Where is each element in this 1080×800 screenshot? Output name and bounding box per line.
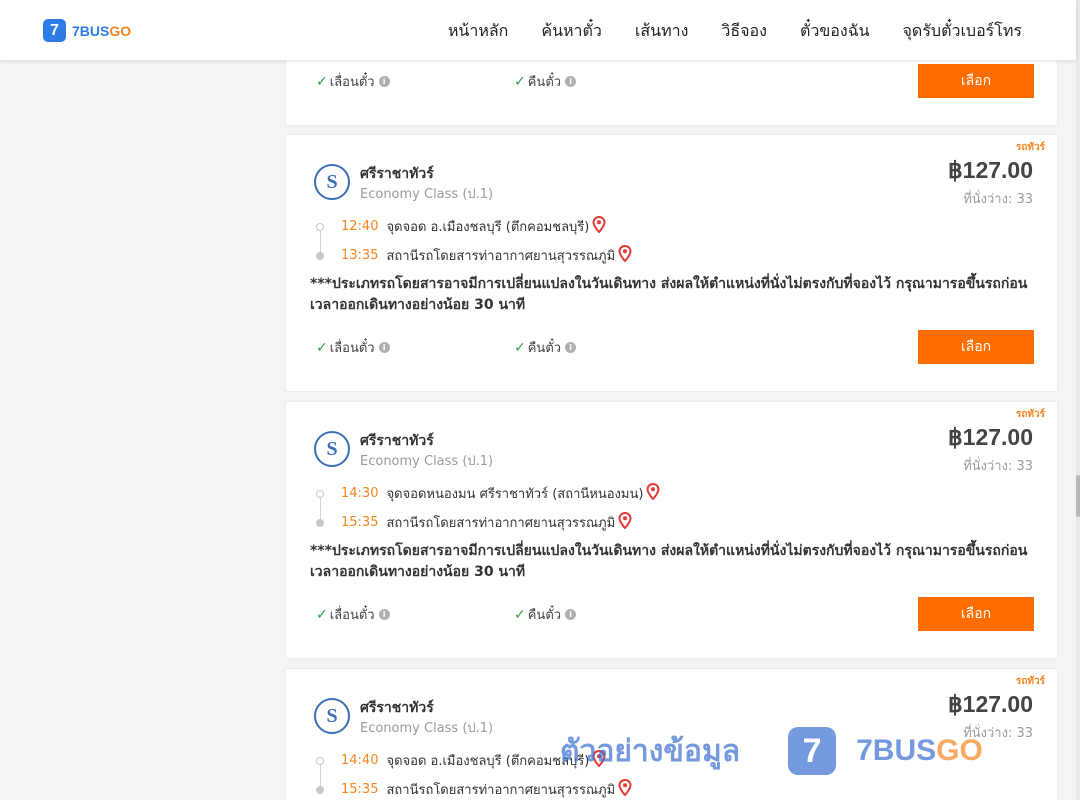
refund-label: คืนตั๋ว xyxy=(527,75,562,90)
seat-class: Economy Class (ป.1) xyxy=(360,454,494,469)
map-pin-icon[interactable] xyxy=(592,215,606,237)
watermark: ตัวอย่างข้อมูล 7 7BUSGO xyxy=(560,727,983,775)
departure-dot-icon xyxy=(316,489,324,498)
price: ฿127.00 xyxy=(948,157,1033,183)
available-seats: ที่นั่งว่าง: 33 xyxy=(963,459,1033,474)
trip-card: รถทัวร์ S ศรีราชาทัวร์ Economy Class (ป.… xyxy=(285,401,1058,659)
available-seats: ที่นั่งว่าง: 33 xyxy=(963,192,1033,207)
arrival-place: สถานีรถโดยสารท่าอากาศยานสุวรรณภูมิ xyxy=(386,516,616,531)
info-icon[interactable]: i xyxy=(378,76,390,87)
check-icon: ✓ xyxy=(514,606,526,623)
main-nav: หน้าหลัก ค้นหาตั๋ว เส้นทาง วิธีจอง ตั๋วข… xyxy=(448,19,1022,44)
arrival-time: 13:35 xyxy=(341,248,379,263)
nav-my-tickets[interactable]: ตั๋วของฉัน xyxy=(800,19,870,44)
departure-dot-icon xyxy=(316,756,324,765)
watermark-brand-bus: 7BUS xyxy=(856,734,937,767)
info-icon[interactable]: i xyxy=(565,342,577,353)
arrival-stop: 13:35 สถานีรถโดยสารท่าอากาศยานสุวรรณภูมิ xyxy=(316,244,632,266)
reschedule-label: เลื่อนตั๋ว xyxy=(329,75,375,90)
operator-logo-icon: S xyxy=(314,431,350,467)
bus-type-tag: รถทัวร์ xyxy=(1015,676,1045,687)
refund-label: คืนตั๋ว xyxy=(527,608,562,623)
watermark-brand-go: GO xyxy=(936,734,983,767)
refund-label: คืนตั๋ว xyxy=(527,341,562,356)
departure-stop: 14:30 จุดจอดหนองมน ศรีราชาทัวร์ (สถานีหน… xyxy=(316,482,660,504)
nav-how-to-book[interactable]: วิธีจอง xyxy=(721,19,767,44)
map-pin-icon[interactable] xyxy=(618,244,632,266)
check-icon: ✓ xyxy=(316,339,328,356)
departure-place: จุดจอด อ.เมืองชลบุรี (ตึกคอมชลบุรี) xyxy=(386,220,590,235)
reschedule-policy: ✓ เลื่อนตั๋ว i xyxy=(316,71,390,92)
map-pin-icon[interactable] xyxy=(618,778,632,800)
departure-stop: 12:40 จุดจอด อ.เมืองชลบุรี (ตึกคอมชลบุรี… xyxy=(316,215,606,237)
logo-digit: 7 xyxy=(72,22,80,39)
bus-type-tag: รถทัวร์ xyxy=(1015,142,1045,153)
nav-ticket-points[interactable]: จุดรับตั๋วเบอร์โทร xyxy=(903,19,1022,44)
arrival-dot-icon xyxy=(316,251,324,260)
trip-note: ***ประเภทรถโดยสารอาจมีการเปลี่ยนแปลงในวั… xyxy=(310,276,1028,313)
operator-logo-icon: S xyxy=(314,164,350,200)
trip-card: รถทัวร์ S ศรีราชาทัวร์ Economy Class (ป.… xyxy=(285,134,1058,392)
check-icon: ✓ xyxy=(316,606,328,623)
nav-home[interactable]: หน้าหลัก xyxy=(448,19,509,44)
price: ฿127.00 xyxy=(948,424,1033,450)
reschedule-policy: ✓ เลื่อนตั๋ว i xyxy=(316,337,390,358)
seat-class: Economy Class (ป.1) xyxy=(360,721,494,736)
select-button[interactable]: เลือก xyxy=(918,64,1034,98)
arrival-dot-icon xyxy=(316,518,324,527)
map-pin-icon[interactable] xyxy=(646,482,660,504)
logo-text: 7BUSGO xyxy=(72,23,131,39)
arrival-stop: 15:35 สถานีรถโดยสารท่าอากาศยานสุวรรณภูมิ xyxy=(316,778,632,800)
site-logo[interactable]: 7 7BUSGO xyxy=(43,19,131,42)
nav-search-ticket[interactable]: ค้นหาตั๋ว xyxy=(541,19,602,44)
departure-place: จุดจอดหนองมน ศรีราชาทัวร์ (สถานีหนองมน) xyxy=(386,487,644,502)
select-button[interactable]: เลือก xyxy=(918,330,1034,364)
check-icon: ✓ xyxy=(316,73,328,90)
departure-time: 14:40 xyxy=(341,753,379,768)
reschedule-label: เลื่อนตั๋ว xyxy=(329,341,375,356)
refund-policy: ✓ คืนตั๋ว i xyxy=(514,604,577,625)
top-header: 7 7BUSGO หน้าหลัก ค้นหาตั๋ว เส้นทาง วิธี… xyxy=(0,0,1076,60)
price: ฿127.00 xyxy=(948,691,1033,717)
trip-note: ***ประเภทรถโดยสารอาจมีการเปลี่ยนแปลงในวั… xyxy=(310,543,1028,580)
logo-bus: BUS xyxy=(79,22,110,39)
nav-routes[interactable]: เส้นทาง xyxy=(635,19,689,44)
watermark-text: ตัวอย่างข้อมูล xyxy=(560,733,741,769)
info-icon[interactable]: i xyxy=(565,609,577,620)
refund-policy: ✓ คืนตั๋ว i xyxy=(514,71,577,92)
watermark-logo-icon: 7 xyxy=(788,727,837,775)
departure-time: 14:30 xyxy=(341,486,379,501)
operator-logo-icon: S xyxy=(314,698,350,734)
arrival-place: สถานีรถโดยสารท่าอากาศยานสุวรรณภูมิ xyxy=(386,783,616,798)
arrival-time: 15:35 xyxy=(341,515,379,530)
check-icon: ✓ xyxy=(514,73,526,90)
reschedule-label: เลื่อนตั๋ว xyxy=(329,608,375,623)
operator-name: ศรีราชาทัวร์ xyxy=(360,433,434,449)
info-icon[interactable]: i xyxy=(378,342,390,353)
departure-dot-icon xyxy=(316,222,324,231)
operator-name: ศรีราชาทัวร์ xyxy=(360,700,434,716)
arrival-place: สถานีรถโดยสารท่าอากาศยานสุวรรณภูมิ xyxy=(386,249,616,264)
refund-policy: ✓ คืนตั๋ว i xyxy=(514,337,577,358)
departure-time: 12:40 xyxy=(341,219,379,234)
departure-place: จุดจอด อ.เมืองชลบุรี (ตึกคอมชลบุรี) xyxy=(386,754,590,769)
bus-type-tag: รถทัวร์ xyxy=(1015,409,1045,420)
arrival-stop: 15:35 สถานีรถโดยสารท่าอากาศยานสุวรรณภูมิ xyxy=(316,511,632,533)
operator-name: ศรีราชาทัวร์ xyxy=(360,166,434,182)
logo-go: GO xyxy=(109,22,132,39)
watermark-brand: 7BUSGO xyxy=(856,734,983,768)
map-pin-icon[interactable] xyxy=(618,511,632,533)
arrival-dot-icon xyxy=(316,785,324,794)
logo-badge-icon: 7 xyxy=(43,19,66,42)
scrollbar-thumb[interactable] xyxy=(1076,475,1080,517)
check-icon: ✓ xyxy=(514,339,526,356)
info-icon[interactable]: i xyxy=(565,76,577,87)
seat-class: Economy Class (ป.1) xyxy=(360,187,494,202)
reschedule-policy: ✓ เลื่อนตั๋ว i xyxy=(316,604,390,625)
scrollbar-track[interactable] xyxy=(1076,0,1080,800)
arrival-time: 15:35 xyxy=(341,782,379,797)
info-icon[interactable]: i xyxy=(378,609,390,620)
select-button[interactable]: เลือก xyxy=(918,597,1034,631)
